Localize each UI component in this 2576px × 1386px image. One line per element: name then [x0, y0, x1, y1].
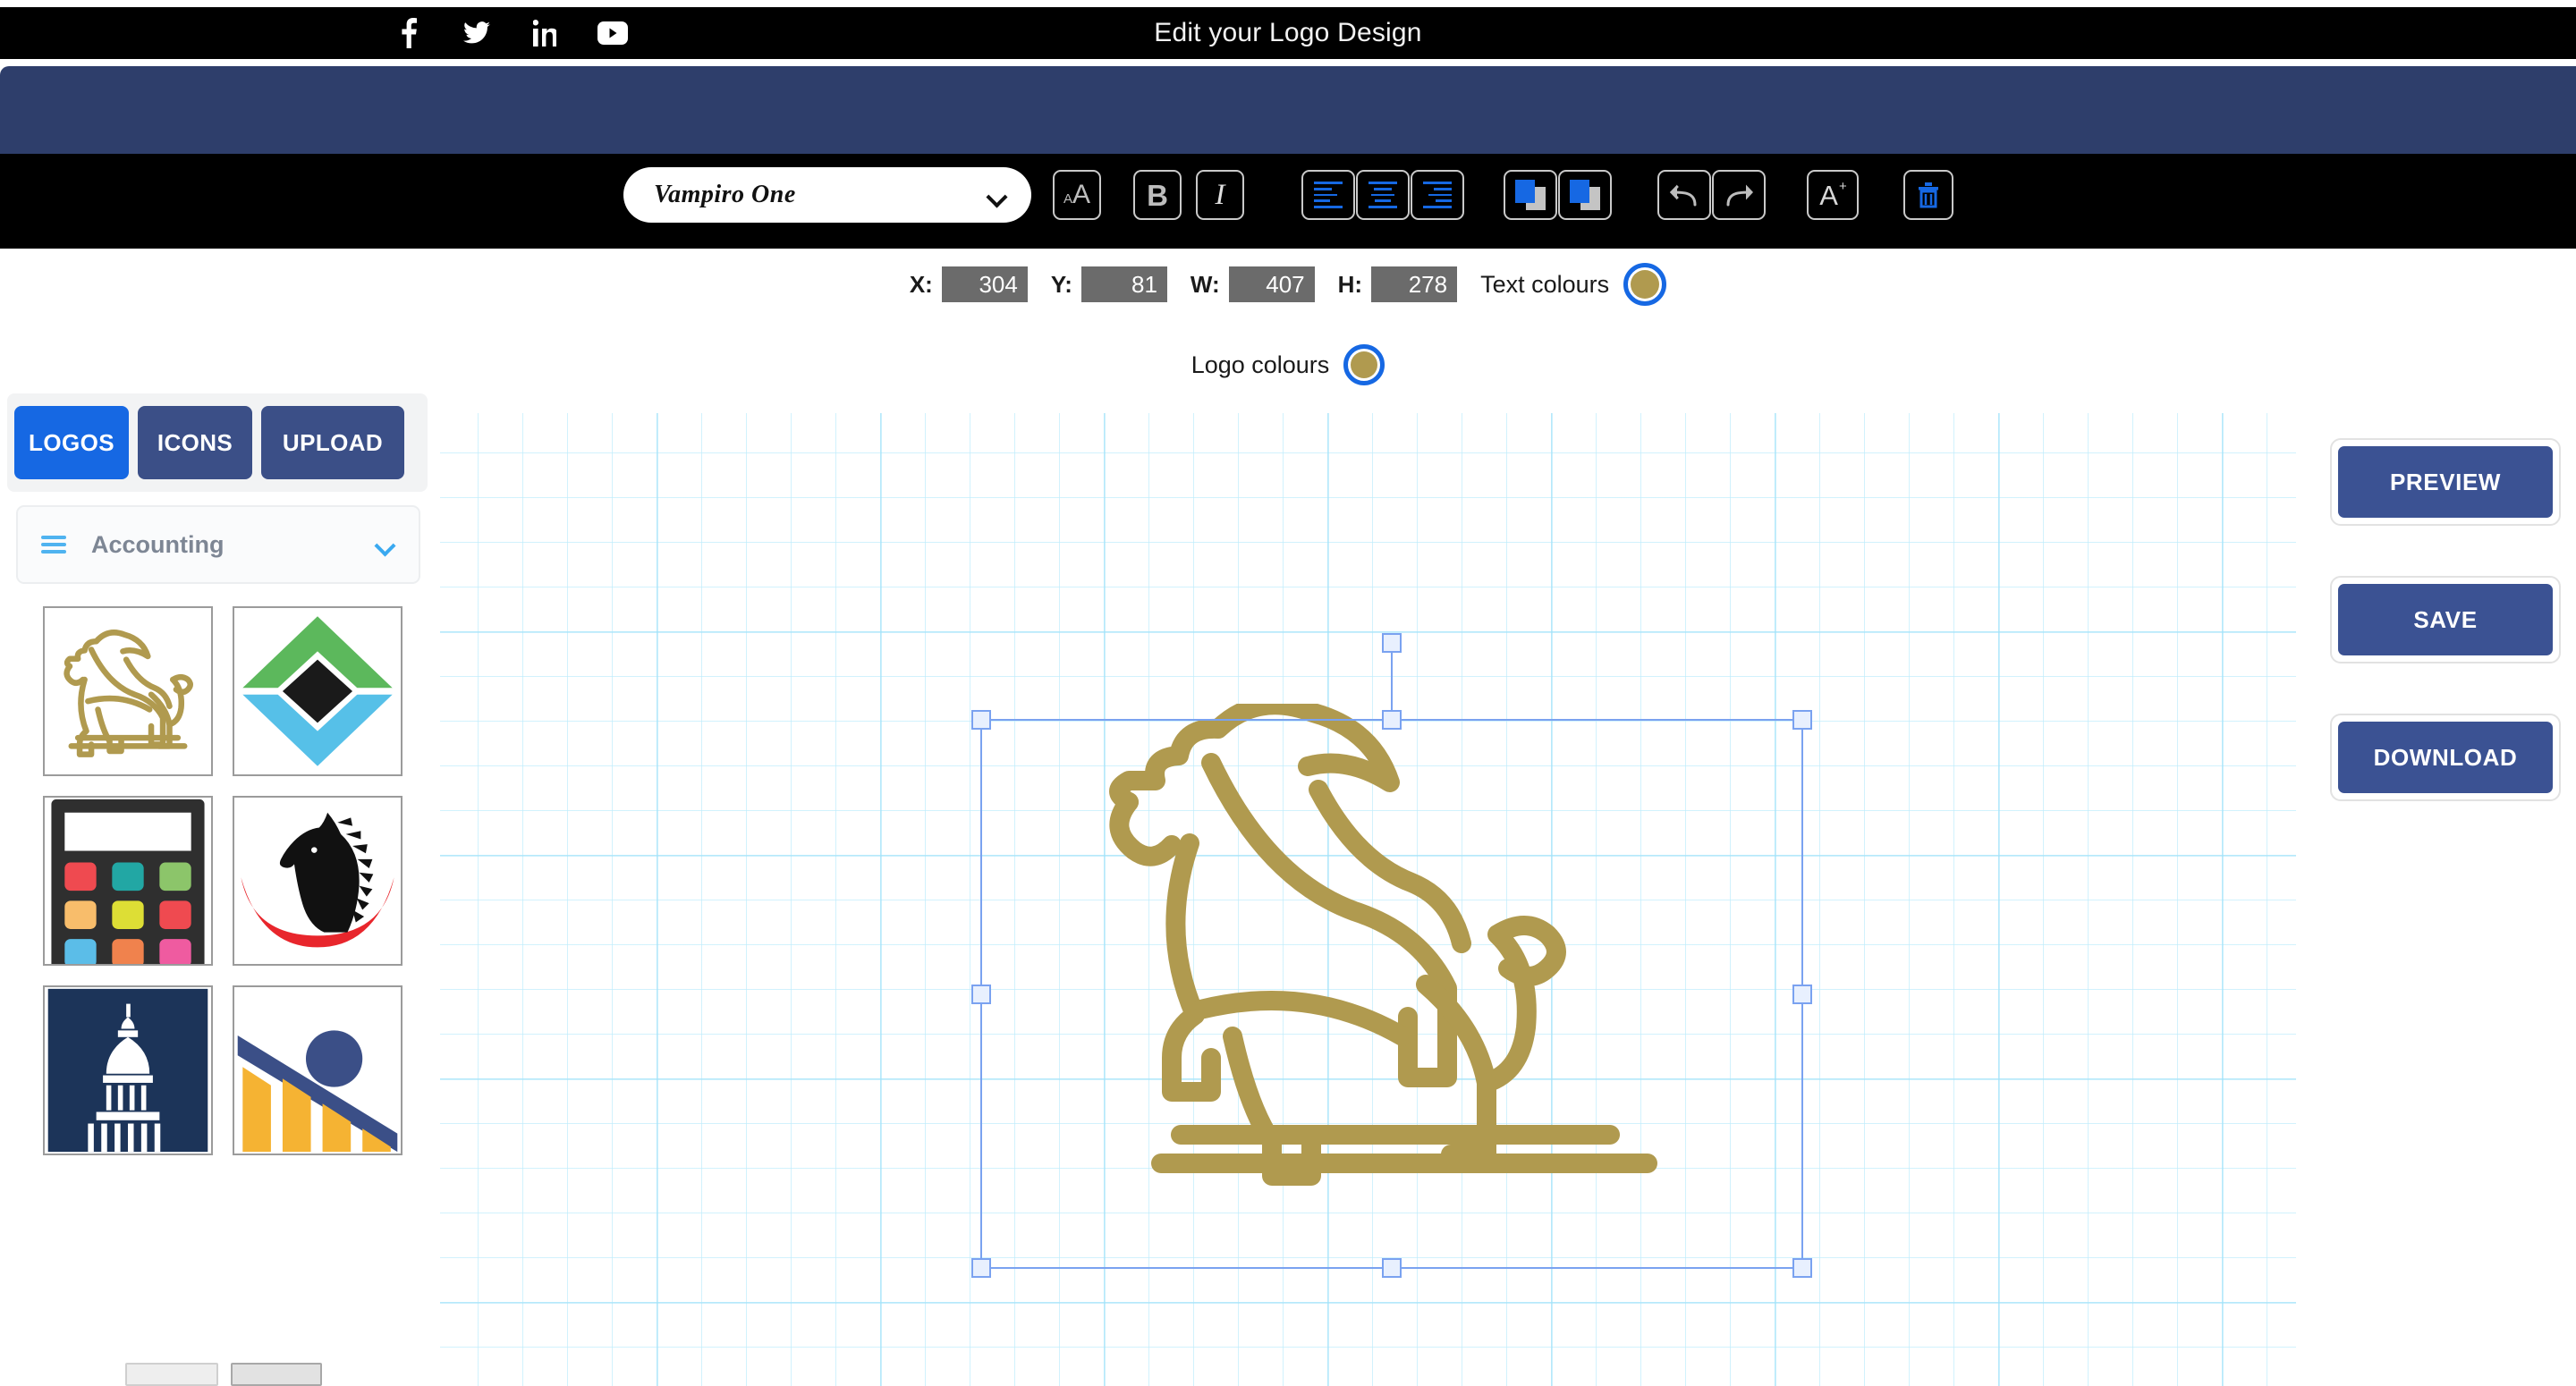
- thumb-capitol[interactable]: [43, 985, 213, 1155]
- add-text-button[interactable]: A+: [1807, 170, 1859, 220]
- category-value: Accounting: [91, 530, 225, 558]
- object-coordinates-row: X: 304 Y: 81 W: 407 H: 278 Text colours: [0, 259, 2576, 309]
- tab-icons[interactable]: ICONS: [138, 406, 252, 479]
- undo-button[interactable]: [1657, 170, 1711, 220]
- download-button-label: DOWNLOAD: [2373, 743, 2518, 771]
- save-button-wrap: SAVE: [2330, 576, 2561, 663]
- text-colour-swatch[interactable]: [1623, 263, 1667, 306]
- page-title: Edit your Logo Design: [1154, 18, 1422, 47]
- redo-button[interactable]: [1712, 170, 1766, 220]
- bring-forward-button[interactable]: [1504, 170, 1557, 220]
- align-right-icon: [1423, 182, 1452, 208]
- lion-logo-art[interactable]: [1075, 704, 1755, 1204]
- logo-editor-app: Edit your Logo Design Vampiro One AA B I…: [0, 0, 2576, 1386]
- align-right-button[interactable]: [1411, 170, 1464, 220]
- resize-handle-middle-right[interactable]: [1792, 984, 1812, 1004]
- resize-handle-top-right[interactable]: [1792, 710, 1812, 730]
- download-button[interactable]: DOWNLOAD: [2338, 722, 2553, 793]
- logo-thumbnail-grid: [43, 606, 419, 1155]
- font-family-value: Vampiro One: [654, 181, 796, 208]
- chevron-down-icon: [376, 538, 395, 551]
- tab-upload[interactable]: UPLOAD: [261, 406, 404, 479]
- align-left-icon: [1314, 182, 1343, 208]
- font-family-select[interactable]: Vampiro One: [623, 167, 1031, 223]
- font-size-icon: AA: [1063, 180, 1091, 209]
- w-input[interactable]: 407: [1228, 266, 1315, 302]
- bottom-shade: [0, 1350, 440, 1386]
- send-backward-button[interactable]: [1558, 170, 1612, 220]
- trash-icon: [1917, 182, 1940, 208]
- formatting-toolbar: Vampiro One AA B I A+: [0, 154, 2576, 249]
- align-left-button[interactable]: [1301, 170, 1355, 220]
- preview-button-label: PREVIEW: [2389, 468, 2502, 495]
- text-colours-label: Text colours: [1480, 270, 1610, 298]
- youtube-icon[interactable]: [597, 17, 628, 49]
- x-input[interactable]: 304: [941, 266, 1028, 302]
- tab-logos-label: LOGOS: [29, 428, 114, 456]
- italic-button[interactable]: I: [1196, 170, 1244, 220]
- social-links: [394, 7, 628, 59]
- height-group: H: 278: [1337, 266, 1458, 302]
- top-header-bar: Edit your Logo Design: [0, 7, 2576, 59]
- x-coordinate-group: X: 304: [910, 266, 1028, 302]
- w-label: W:: [1190, 270, 1220, 298]
- resize-handle-bottom-center[interactable]: [1382, 1258, 1402, 1278]
- preview-button[interactable]: PREVIEW: [2338, 446, 2553, 518]
- bold-icon: B: [1147, 178, 1168, 212]
- thumb-chart[interactable]: [233, 985, 402, 1155]
- width-group: W: 407: [1191, 266, 1315, 302]
- delete-button[interactable]: [1903, 170, 1953, 220]
- bring-forward-icon: [1515, 180, 1546, 210]
- tab-icons-label: ICONS: [157, 428, 233, 456]
- add-text-icon: A+: [1819, 179, 1847, 211]
- thumb-diamond[interactable]: [233, 606, 402, 776]
- italic-icon: I: [1215, 178, 1225, 211]
- tab-logos[interactable]: LOGOS: [14, 406, 129, 479]
- bold-button[interactable]: B: [1133, 170, 1182, 220]
- swatch-fill: [1631, 270, 1660, 299]
- y-label: Y:: [1050, 270, 1072, 298]
- asset-tabs: LOGOS ICONS UPLOAD: [7, 393, 428, 492]
- font-size-button[interactable]: AA: [1053, 170, 1101, 220]
- action-buttons-panel: PREVIEW SAVE DOWNLOAD: [2330, 438, 2563, 851]
- logo-colours-label: Logo colours: [1191, 351, 1330, 378]
- y-input[interactable]: 81: [1080, 266, 1167, 302]
- design-canvas[interactable]: Easy Logo Maker: [440, 413, 2296, 1386]
- bottom-control-right[interactable]: [231, 1363, 322, 1386]
- undo-icon: [1669, 182, 1699, 208]
- hamburger-icon: [41, 536, 66, 554]
- resize-handle-bottom-left[interactable]: [971, 1258, 991, 1278]
- resize-handle-bottom-right[interactable]: [1792, 1258, 1812, 1278]
- rotate-handle[interactable]: [1382, 633, 1402, 653]
- twitter-icon[interactable]: [462, 17, 492, 49]
- align-center-button[interactable]: [1356, 170, 1410, 220]
- linkedin-icon[interactable]: [530, 17, 560, 49]
- thumb-lion[interactable]: [43, 606, 213, 776]
- save-button-label: SAVE: [2413, 605, 2478, 633]
- tab-upload-label: UPLOAD: [282, 428, 384, 456]
- x-label: X:: [909, 270, 933, 298]
- align-center-icon: [1368, 182, 1397, 208]
- asset-sidebar: LOGOS ICONS UPLOAD Accounting: [7, 393, 428, 1359]
- thumb-knight[interactable]: [233, 796, 402, 966]
- logo-colour-swatch[interactable]: [1343, 344, 1385, 385]
- thumb-calculator[interactable]: [43, 796, 213, 966]
- category-select[interactable]: Accounting: [16, 505, 420, 584]
- h-label: H:: [1337, 270, 1363, 298]
- preview-button-wrap: PREVIEW: [2330, 438, 2561, 526]
- navy-banner-band: [0, 66, 2576, 154]
- save-button[interactable]: SAVE: [2338, 584, 2553, 655]
- bottom-control-left[interactable]: [125, 1363, 218, 1386]
- resize-handle-top-left[interactable]: [971, 710, 991, 730]
- redo-icon: [1724, 182, 1754, 208]
- logo-colours-row: Logo colours: [0, 342, 2576, 387]
- chevron-down-icon: [988, 189, 1008, 201]
- y-coordinate-group: Y: 81: [1051, 266, 1167, 302]
- send-backward-icon: [1570, 180, 1600, 210]
- h-input[interactable]: 278: [1371, 266, 1458, 302]
- bottom-partial-controls: [0, 1350, 440, 1386]
- resize-handle-middle-left[interactable]: [971, 984, 991, 1004]
- download-button-wrap: DOWNLOAD: [2330, 714, 2561, 801]
- facebook-icon[interactable]: [394, 17, 424, 49]
